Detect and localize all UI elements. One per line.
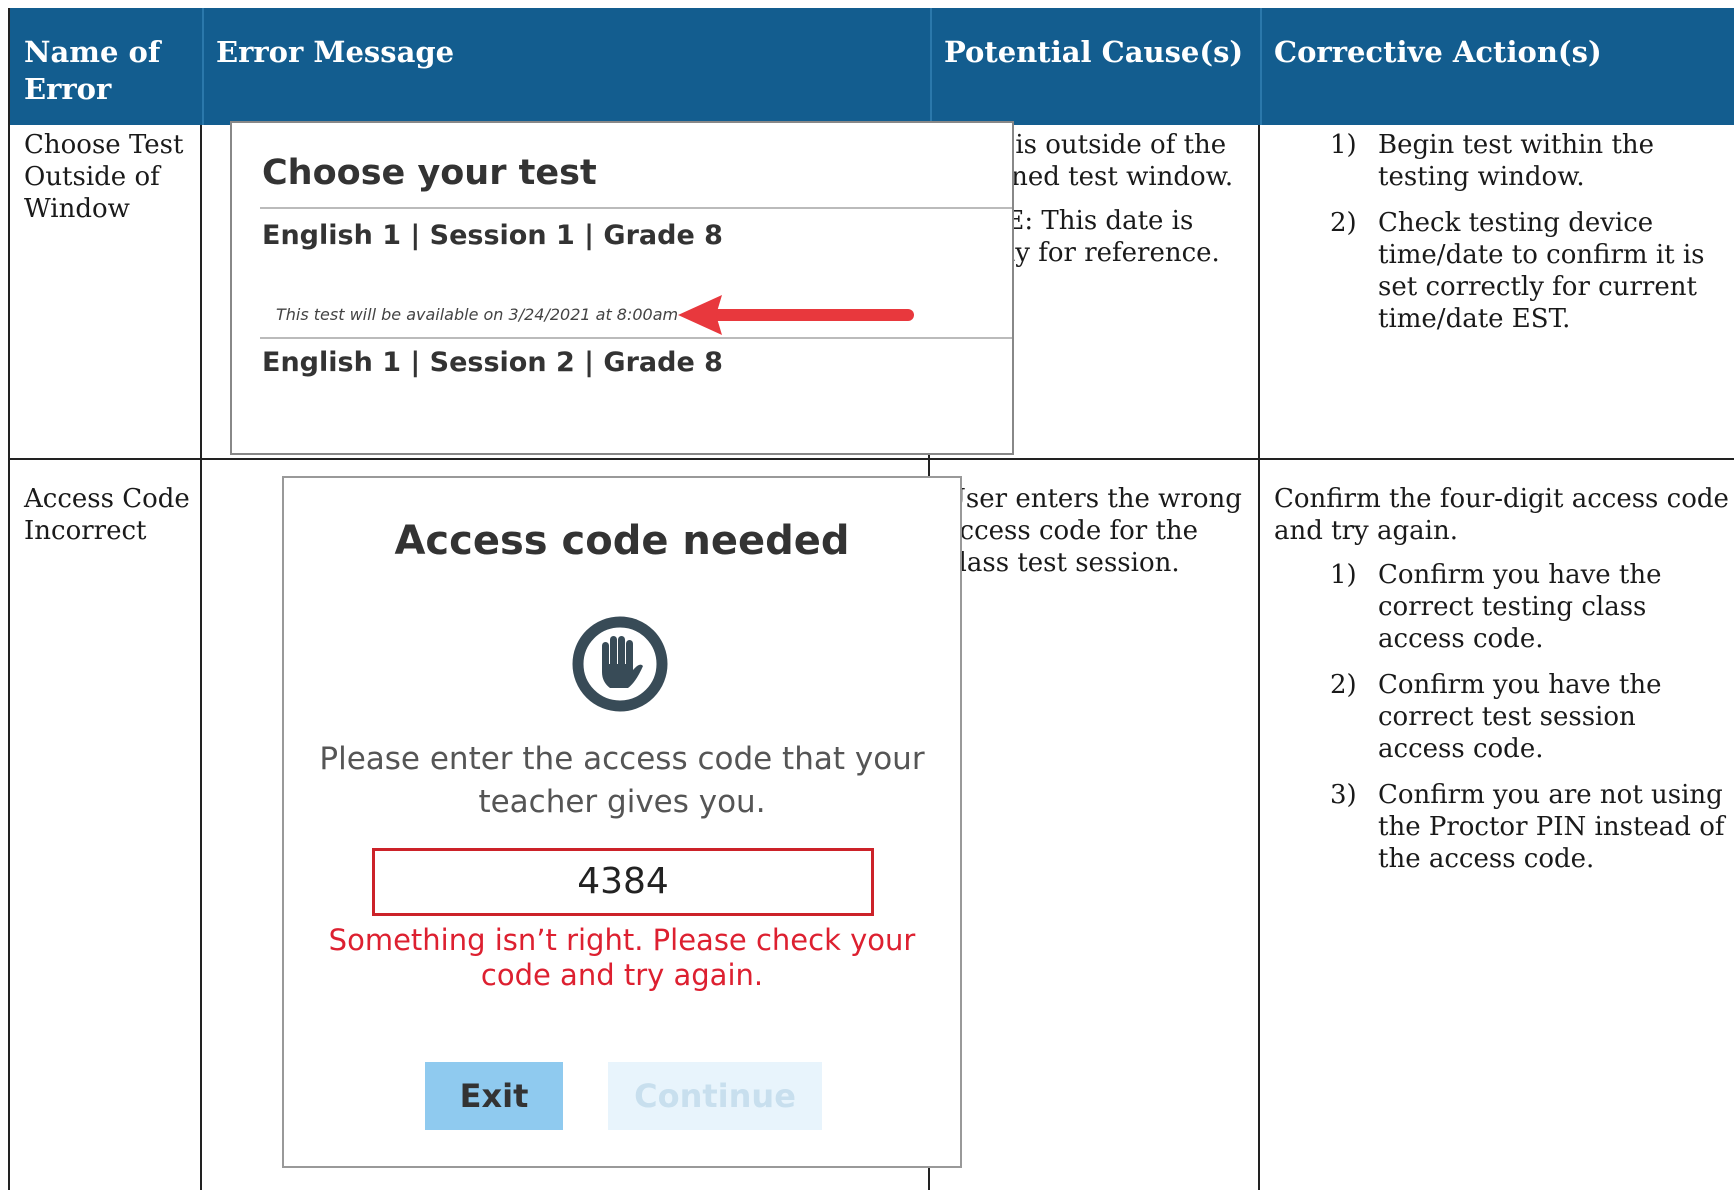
cause-text: User enters the wrong access code for th…: [944, 484, 1242, 578]
access-code-screenshot: Access code needed Please enter the acce…: [282, 476, 962, 1168]
table-header-row: Name of Error Error Message Potential Ca…: [10, 8, 1734, 125]
step-number: 1): [1330, 130, 1357, 160]
continue-button[interactable]: Continue: [608, 1062, 822, 1130]
list-item: 3) Confirm you are not using the Proctor …: [1274, 779, 1730, 875]
header-name-of-error: Name of Error: [24, 35, 161, 106]
screenshot-title: Choose your test: [262, 153, 597, 193]
row2-error-name: Access Code Incorrect: [24, 484, 190, 546]
test-item-session-1: English 1 | Session 1 | Grade 8: [262, 220, 723, 251]
step-number: 2): [1330, 208, 1357, 238]
list-item: 2) Check testing device time/date to conf…: [1274, 207, 1730, 335]
instruction-text: Please enter the access code that your t…: [319, 741, 925, 820]
header-potential-causes: Potential Cause(s): [944, 35, 1244, 69]
error-message: Something isn’t right. Please check your…: [328, 923, 916, 992]
step-text: Confirm you have the correct testing cla…: [1378, 560, 1662, 654]
exit-button[interactable]: Exit: [425, 1062, 563, 1130]
divider: [260, 337, 1012, 339]
list-item: 2) Confirm you have the correct test sess…: [1274, 669, 1730, 765]
header-error-message: Error Message: [216, 35, 455, 69]
step-text: Begin test within the testing window.: [1378, 130, 1655, 192]
row2-potential-cause: User enters the wrong access code for th…: [944, 483, 1250, 591]
list-item: 1) Confirm you have the correct testing c…: [1274, 559, 1730, 655]
step-number: 3): [1330, 780, 1357, 810]
row2-corrective-actions: Confirm the four-digit access code and t…: [1274, 483, 1730, 889]
choose-test-screenshot: Choose your test English 1 | Session 1 |…: [230, 121, 1014, 455]
column-divider: [200, 125, 202, 1190]
row1-error-name: Choose Test Outside of Window: [24, 130, 184, 224]
actions-intro: Confirm the four-digit access code and t…: [1274, 484, 1729, 546]
step-text: Confirm you have the correct test sessio…: [1378, 670, 1662, 764]
step-number: 2): [1330, 670, 1357, 700]
list-item: 1) Begin test within the testing window.: [1274, 129, 1730, 193]
row-divider: [10, 458, 1734, 460]
row1-corrective-actions: 1) Begin test within the testing window. …: [1274, 129, 1730, 349]
test-item-session-2: English 1 | Session 2 | Grade 8: [262, 347, 723, 378]
step-text: Check testing device time/date to confir…: [1378, 208, 1705, 334]
stop-hand-icon: [572, 616, 668, 712]
column-divider: [1258, 125, 1260, 1190]
divider: [260, 207, 1012, 209]
availability-note: This test will be available on 3/24/2021…: [276, 305, 679, 324]
header-corrective-actions: Corrective Action(s): [1274, 35, 1602, 69]
access-code-field[interactable]: 4384: [372, 848, 874, 916]
red-arrow-left-icon: [678, 295, 914, 335]
step-number: 1): [1330, 560, 1357, 590]
step-text: Confirm you are not using the Proctor PI…: [1378, 780, 1725, 874]
screenshot-title: Access code needed: [394, 518, 850, 564]
